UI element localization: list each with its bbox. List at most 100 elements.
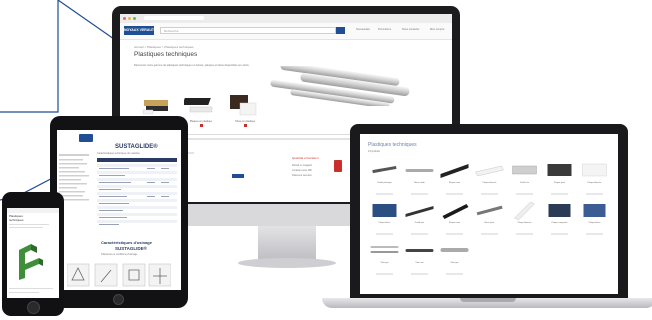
product-card[interactable]: Plaque composite: [543, 200, 576, 236]
tablet-logo[interactable]: [79, 134, 93, 142]
product-caption: Plaque noire: [448, 222, 461, 224]
footer-line: Paiement sécurisé: [292, 174, 312, 177]
product-card[interactable]: Tube gris: [438, 240, 471, 276]
product-card[interactable]: Tube noir: [403, 240, 436, 276]
phone-screen: Plastiques techniques: [7, 208, 59, 298]
phone-home-button[interactable]: [27, 301, 40, 314]
product-image: [476, 205, 503, 216]
text-line: [9, 292, 39, 293]
add-to-cart-button[interactable]: [411, 193, 428, 195]
add-to-cart-button[interactable]: [516, 193, 533, 195]
tablet-spec-table: [97, 158, 177, 225]
add-to-cart-button[interactable]: [446, 273, 463, 275]
submit-button[interactable]: [232, 174, 244, 178]
add-to-cart-button[interactable]: [551, 233, 568, 235]
product-image: [372, 165, 397, 174]
product-image: [548, 204, 571, 217]
text-line: [9, 224, 49, 225]
cart-icon[interactable]: [200, 124, 203, 127]
product-caption: Tube gris: [450, 262, 459, 264]
cart-icon[interactable]: [244, 124, 247, 127]
product-caption: Plaque bleue: [378, 222, 391, 224]
product-card[interactable]: Plaque bleue: [368, 200, 401, 236]
add-to-cart-button[interactable]: [516, 233, 533, 235]
page-title: Plastiques techniques: [134, 51, 198, 58]
product-card[interactable]: Plaque grise: [543, 160, 576, 196]
add-to-cart-button[interactable]: [411, 273, 428, 275]
site-header: NOYAUX VERAUT Recherche Nouveautés Promo…: [120, 23, 452, 40]
add-to-cart-button[interactable]: [481, 233, 498, 235]
laptop-subtitle: 13 produits: [368, 150, 380, 153]
tablet-machining-diagrams: [67, 263, 171, 287]
footer-right-title: Quantité et livraison: [292, 156, 319, 160]
search-input[interactable]: Recherche: [160, 27, 336, 34]
product-caption: Plaque composite: [551, 222, 568, 224]
product-image: [583, 204, 606, 217]
product-card[interactable]: Plaque blanche: [473, 160, 506, 196]
add-to-cart-button[interactable]: [586, 233, 603, 235]
product-caption: Plaque blanche: [587, 182, 602, 184]
add-to-cart-button[interactable]: [446, 233, 463, 235]
product-image: [370, 246, 399, 253]
product-card[interactable]: Profilé plastique: [368, 160, 401, 196]
text-line: [9, 288, 53, 289]
product-card[interactable]: Plaque blanche: [578, 160, 611, 196]
product-caption: Profilé noir: [414, 222, 425, 224]
monitor-stand-foot: [238, 258, 336, 268]
add-to-cart-button[interactable]: [551, 193, 568, 195]
product-card[interactable]: Plaque noire: [438, 200, 471, 236]
tablet-section-title-2: SUSTAGLIDE®: [115, 246, 147, 251]
product-thumb-3[interactable]: [228, 92, 262, 118]
add-to-cart-button[interactable]: [376, 193, 393, 195]
header-link-new[interactable]: Nouveautés: [356, 28, 370, 31]
tablet-home-button[interactable]: [113, 294, 124, 305]
close-dot-icon[interactable]: [123, 17, 126, 20]
url-field[interactable]: [144, 16, 204, 20]
product-card[interactable]: Barre plate: [473, 200, 506, 236]
laptop-screen: Plastiques techniques 13 produits Profil…: [360, 134, 618, 294]
search-button[interactable]: [336, 27, 345, 34]
product-card[interactable]: Plaque bleue: [578, 200, 611, 236]
product-caption: Plaque bleue: [588, 222, 601, 224]
product-image: [514, 201, 535, 221]
product-image: [372, 204, 397, 217]
add-to-cart-button[interactable]: [411, 233, 428, 235]
add-to-cart-button[interactable]: [586, 193, 603, 195]
minimize-dot-icon[interactable]: [128, 17, 131, 20]
product-card[interactable]: Profilé noir: [403, 200, 436, 236]
tablet-screen: SUSTAGLIDE® Caractéristiques techniques …: [57, 130, 181, 290]
phone-heading-line: techniques: [9, 218, 24, 222]
product-thumb-2[interactable]: [182, 92, 218, 118]
breadcrumb[interactable]: Accueil > Plastiques > Plastiques techni…: [134, 45, 194, 49]
product-image: [442, 204, 469, 219]
header-link-promo[interactable]: Promotions: [378, 28, 391, 31]
product-image: [582, 163, 607, 177]
product-image: [405, 249, 434, 252]
footer-line: Retrait en magasin: [292, 164, 313, 167]
product-caption: Plaque blanche: [517, 222, 532, 224]
add-to-cart-button[interactable]: [376, 273, 393, 275]
header-link-contact[interactable]: Nous contacter: [402, 28, 419, 31]
add-to-cart-button[interactable]: [446, 193, 463, 195]
tablet-title: SUSTAGLIDE®: [115, 144, 158, 150]
product-thumb-caption: Plaques en plastique: [189, 120, 213, 123]
site-logo[interactable]: NOYAUX VERAUT: [124, 26, 154, 35]
product-caption: Barre plate: [484, 222, 495, 224]
product-caption: Plaque noire: [448, 182, 461, 184]
tablet-sidebar: [59, 154, 89, 201]
maximize-dot-icon[interactable]: [133, 17, 136, 20]
product-thumb-1[interactable]: [140, 92, 174, 118]
add-to-cart-button[interactable]: [481, 193, 498, 195]
product-image: [405, 206, 434, 217]
product-card[interactable]: Barre ronde: [403, 160, 436, 196]
product-thumb-caption: Tubes en plastique: [234, 120, 256, 123]
tablet-section-title: Caractéristiques d'usinage: [101, 240, 152, 245]
product-card[interactable]: Plaque noire: [438, 160, 471, 196]
product-card[interactable]: Profilé alu: [508, 160, 541, 196]
add-to-cart-button[interactable]: [376, 233, 393, 235]
product-card[interactable]: Tube gris: [368, 240, 401, 276]
phone-profile-image: [19, 244, 43, 280]
monitor-stand-neck: [258, 226, 316, 262]
product-card[interactable]: Plaque blanche: [508, 200, 541, 236]
header-link-account[interactable]: Mon compte: [430, 28, 444, 31]
